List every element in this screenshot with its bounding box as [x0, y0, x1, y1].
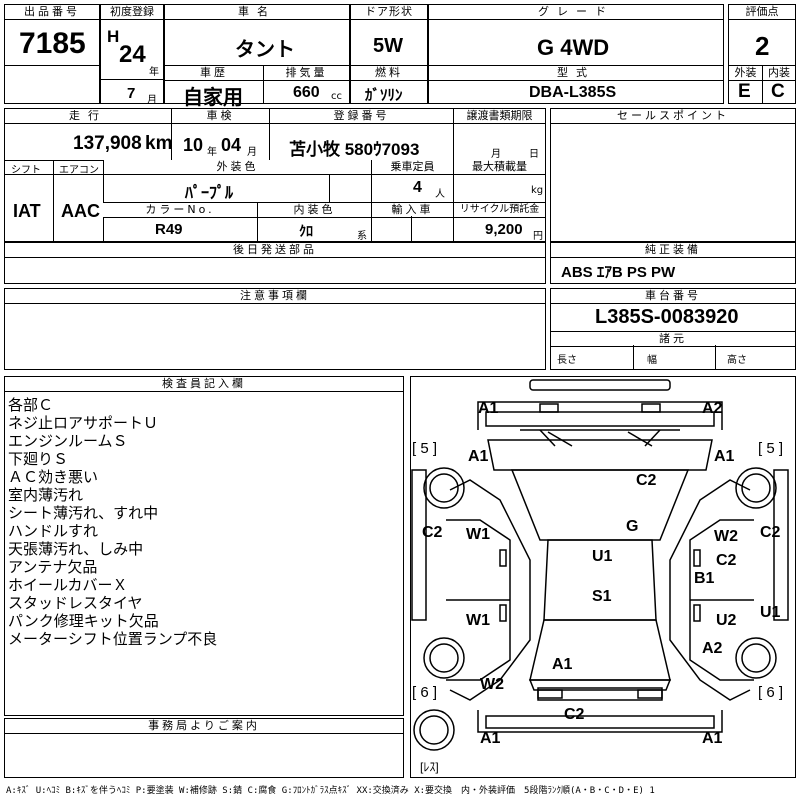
damage-mark: U1 — [592, 548, 613, 565]
damage-mark: W2 — [714, 528, 738, 545]
damage-mark: C2 — [760, 524, 781, 541]
tire-front-left-label: [ 5 ] — [412, 440, 438, 457]
legend: A:ｷｽﾞ U:ﾍｺﾐ B:ｷｽﾞを伴うﾍｺﾐ P:要塗装 W:補修跡 S:錆 … — [6, 786, 655, 796]
damage-mark: U1 — [760, 604, 781, 621]
damage-mark: A1 — [702, 730, 723, 747]
damage-mark: C2 — [636, 472, 657, 489]
tire-rear-right-label: [ 6 ] — [758, 684, 784, 701]
damage-mark: W2 — [480, 676, 504, 693]
damage-mark: A1 — [480, 730, 501, 747]
damage-mark: S1 — [592, 588, 612, 605]
damage-mark: A1 — [714, 448, 735, 465]
damage-mark: A1 — [478, 400, 499, 417]
damage-mark: G — [626, 518, 639, 535]
damage-mark: C2 — [716, 552, 737, 569]
car-diagram — [411, 379, 789, 751]
damage-mark: A1 — [552, 656, 573, 673]
damage-mark: A2 — [702, 640, 723, 657]
damage-mark: A1 — [468, 448, 489, 465]
damage-mark: U2 — [716, 612, 737, 629]
tire-front-right-label: [ 5 ] — [758, 440, 784, 457]
damage-mark: W1 — [466, 612, 490, 629]
tire-rear-left-label: [ 6 ] — [412, 684, 438, 701]
spare-tire-label: [ﾚｽ] — [420, 760, 439, 774]
damage-mark: A2 — [702, 400, 723, 417]
damage-mark: B1 — [694, 570, 715, 587]
damage-mark: W1 — [466, 526, 490, 543]
damage-mark: C2 — [422, 524, 443, 541]
damage-mark: C2 — [564, 706, 585, 723]
